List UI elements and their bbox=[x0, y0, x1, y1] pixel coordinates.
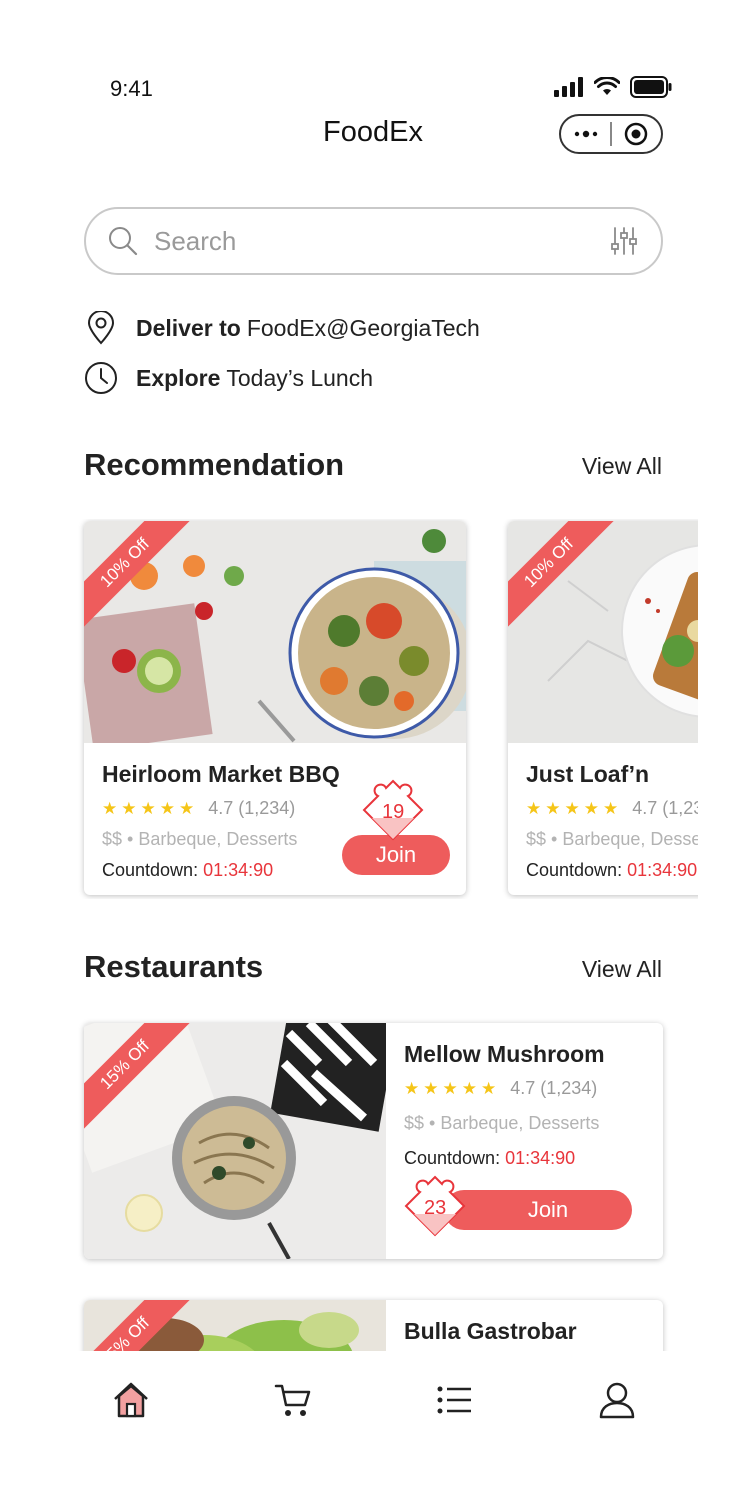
more-button[interactable] bbox=[561, 116, 610, 152]
restaurant-name: Bulla Gastrobar bbox=[404, 1318, 577, 1344]
participant-count: 19 bbox=[382, 801, 405, 823]
restaurants-title: Restaurants bbox=[84, 949, 264, 984]
tab-orders[interactable] bbox=[425, 1381, 485, 1425]
signal-icon bbox=[554, 77, 583, 97]
rating-value: 4.7 (1,234) bbox=[208, 798, 296, 818]
card-body: Bulla Gastrobar bbox=[404, 1318, 653, 1345]
price-category: $$ • Barbeque, Desserts bbox=[404, 1113, 600, 1133]
target-icon bbox=[625, 122, 648, 146]
countdown-time: 01:34:90 bbox=[203, 860, 274, 880]
countdown: Countdown: 01:34:90 bbox=[526, 860, 698, 881]
deliver-row[interactable]: Deliver to FoodEx@GeorgiaTech bbox=[84, 311, 480, 345]
rating-row: ★★★★★ 4.7 (1,234) bbox=[404, 1078, 653, 1099]
search-input[interactable] bbox=[154, 225, 609, 257]
battery-icon bbox=[630, 76, 672, 98]
profile-icon bbox=[599, 1382, 635, 1419]
card-body: Mellow Mushroom ★★★★★ 4.7 (1,234) $$ • B… bbox=[404, 1041, 653, 1169]
discount-ribbon: 10% Off bbox=[508, 521, 618, 631]
status-time: 9:41 bbox=[110, 76, 153, 101]
location-pin-icon bbox=[84, 311, 118, 345]
discount-label: 10% Off bbox=[84, 521, 194, 631]
list-icon bbox=[437, 1386, 471, 1414]
search-bar[interactable] bbox=[84, 207, 663, 275]
rating-value: 4.7 (1,234) bbox=[510, 1078, 598, 1098]
star-rating-icon: ★★★★★ bbox=[526, 798, 623, 818]
discount-label: 10% Off bbox=[508, 521, 618, 631]
restaurant-name: Mellow Mushroom bbox=[404, 1041, 605, 1067]
cart-icon bbox=[274, 1384, 311, 1416]
close-button[interactable] bbox=[612, 116, 661, 152]
clock-icon bbox=[84, 361, 118, 395]
tab-home[interactable] bbox=[101, 1381, 161, 1425]
countdown-time: 01:34:90 bbox=[627, 860, 698, 880]
participant-count: 23 bbox=[424, 1197, 447, 1219]
more-dots-icon bbox=[574, 130, 597, 138]
recommendation-view-all[interactable]: View All bbox=[582, 453, 662, 480]
rating-value: 4.7 (1,234) bbox=[632, 798, 698, 818]
home-icon bbox=[114, 1382, 148, 1418]
card-body: Just Loaf’n ★★★★★ 4.7 (1,234) $$ • Barbe… bbox=[526, 761, 698, 881]
tab-profile[interactable] bbox=[587, 1381, 647, 1425]
countdown: Countdown: 01:34:90 bbox=[404, 1148, 653, 1169]
countdown-label: Countdown: bbox=[526, 860, 623, 880]
discount-ribbon: 10% Off bbox=[84, 521, 194, 631]
countdown-label: Countdown: bbox=[404, 1148, 501, 1168]
recommendation-card[interactable]: 10% Off Heirloom Market BBQ ★★★★★ 4.7 (1… bbox=[84, 521, 466, 895]
recommendation-title: Recommendation bbox=[84, 447, 345, 482]
explore-label: Explore bbox=[136, 364, 221, 391]
mini-program-capsule bbox=[559, 114, 663, 154]
deliver-value: FoodEx@GeorgiaTech bbox=[246, 314, 480, 341]
tab-bar bbox=[50, 1351, 698, 1492]
explore-value: Today’s Lunch bbox=[226, 364, 373, 391]
filter-icon[interactable] bbox=[609, 226, 639, 256]
restaurant-name: Just Loaf’n bbox=[526, 761, 650, 787]
recommendation-card[interactable]: 10% Off Just Loaf’n ★★★★★ 4.7 (1,234) $$… bbox=[508, 521, 698, 895]
join-button[interactable]: Join bbox=[342, 835, 450, 875]
countdown-time: 01:34:90 bbox=[505, 1148, 576, 1168]
restaurants-view-all[interactable]: View All bbox=[582, 956, 662, 983]
discount-label: 15% Off bbox=[84, 1023, 194, 1133]
rating-row: ★★★★★ 4.7 (1,234) bbox=[526, 798, 698, 819]
star-rating-icon: ★★★★★ bbox=[404, 1078, 501, 1098]
status-bar: 9:41 bbox=[0, 70, 746, 106]
recommendation-carousel[interactable]: 10% Off Heirloom Market BBQ ★★★★★ 4.7 (1… bbox=[0, 519, 698, 899]
search-icon bbox=[109, 227, 138, 256]
discount-ribbon: 15% Off bbox=[84, 1023, 194, 1133]
restaurant-card[interactable]: 15% Off Mellow Mushroom ★★★★★ 4.7 (1,234… bbox=[84, 1023, 663, 1259]
join-button[interactable]: Join bbox=[444, 1190, 632, 1230]
deliver-label: Deliver to bbox=[136, 314, 241, 341]
status-icons bbox=[554, 76, 672, 98]
tab-cart[interactable] bbox=[263, 1381, 323, 1425]
explore-row[interactable]: Explore Today’s Lunch bbox=[84, 361, 373, 395]
star-rating-icon: ★★★★★ bbox=[102, 798, 199, 818]
wifi-icon bbox=[594, 77, 620, 95]
price-category: $$ • Barbeque, Desserts bbox=[526, 829, 698, 849]
countdown-label: Countdown: bbox=[102, 860, 199, 880]
